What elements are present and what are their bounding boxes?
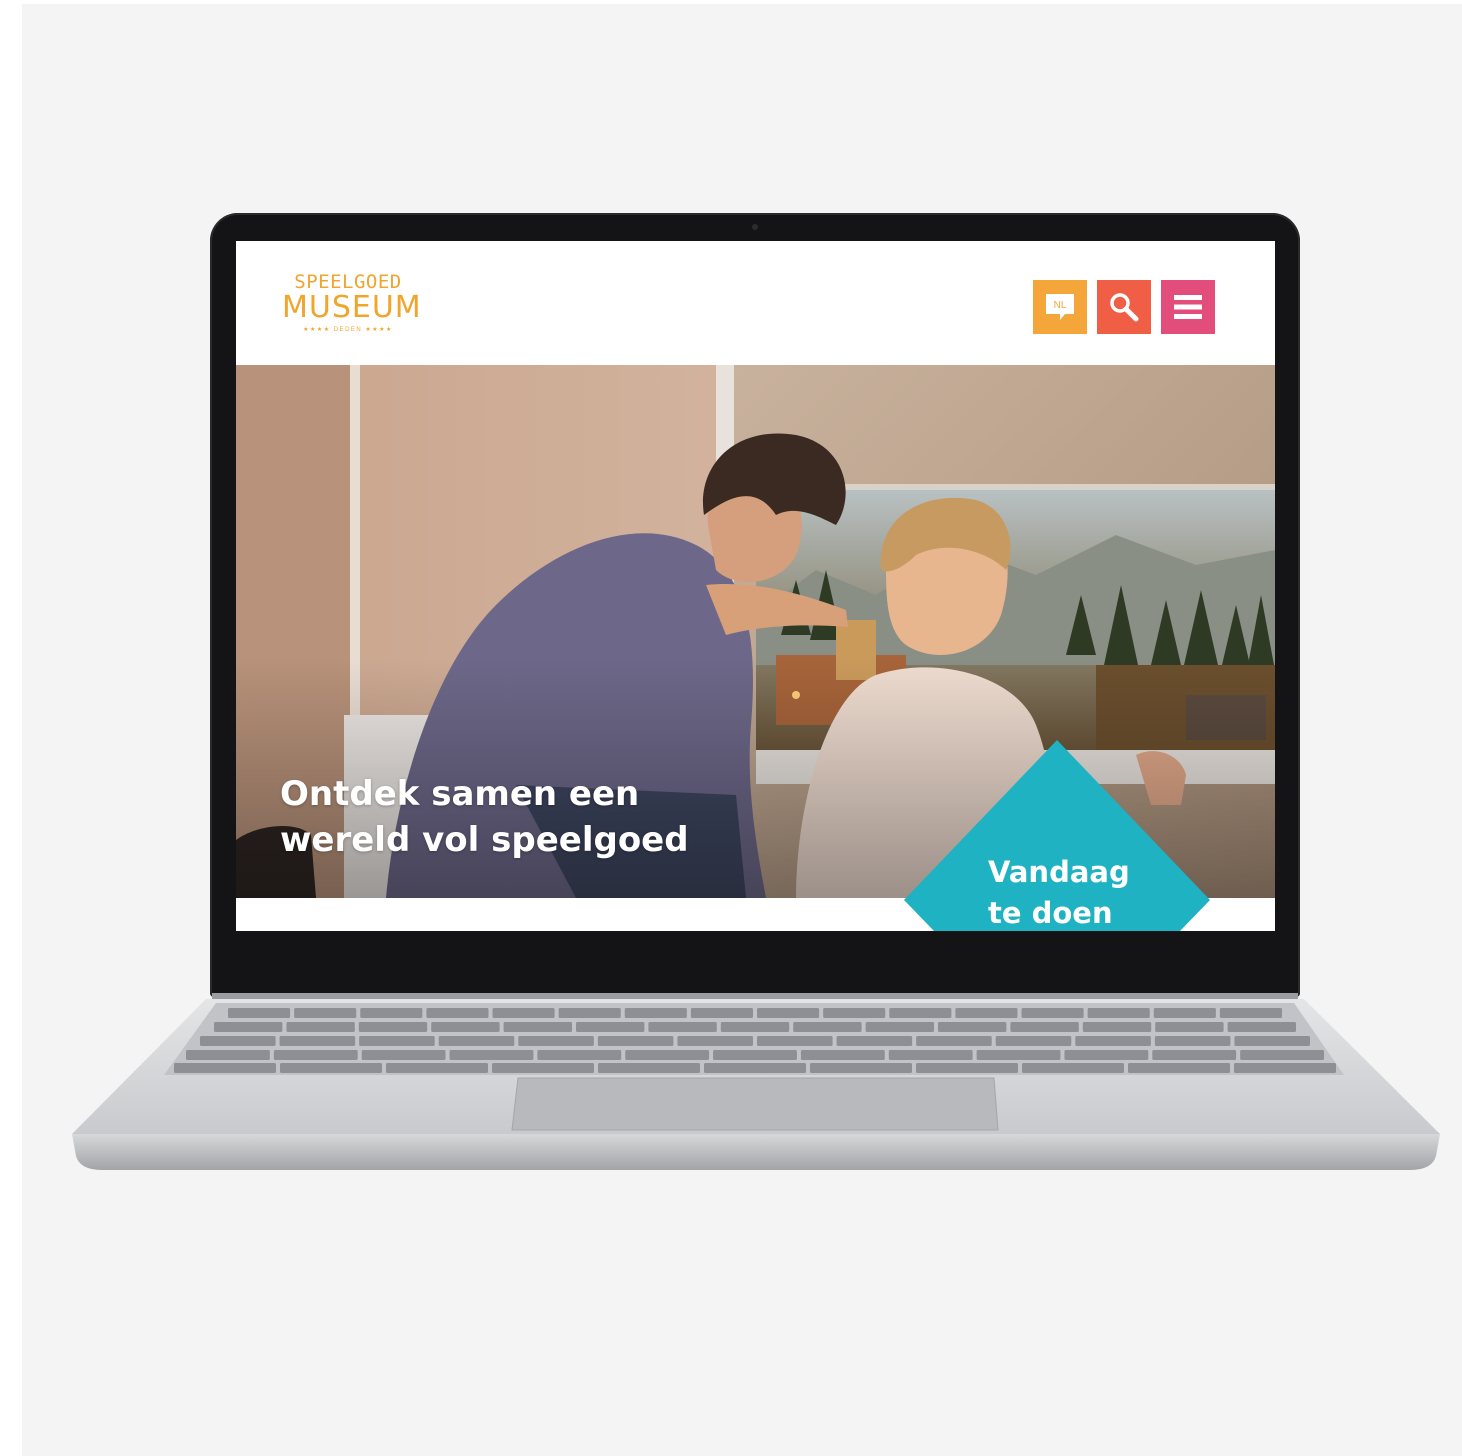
search-icon: [1110, 293, 1139, 322]
hero-tagline-line2: wereld vol speelgoed: [280, 820, 689, 860]
speech-bubble-icon: NL: [1046, 294, 1074, 320]
logo-line3: ★★★★ DEDEN ★★★★: [303, 327, 393, 333]
cta-line1: Vandaag: [988, 855, 1130, 889]
search-button[interactable]: [1097, 280, 1151, 334]
hamburger-menu-icon: [1174, 295, 1202, 319]
cta-line2: te doen: [988, 896, 1113, 930]
hero-tagline: Ontdek samen een wereld vol speelgoed: [280, 771, 760, 863]
museum-logo[interactable]: SPEELGOED MUSEUM ★★★★ DEDEN ★★★★: [282, 271, 422, 337]
hero-tagline-line1: Ontdek samen een: [280, 774, 640, 814]
website-viewport: SPEELGOED MUSEUM ★★★★ DEDEN ★★★★ NL Ontd…: [236, 241, 1275, 931]
language-button[interactable]: NL: [1033, 280, 1087, 334]
menu-button[interactable]: [1161, 280, 1215, 334]
webcam: [752, 224, 758, 230]
language-label: NL: [1054, 300, 1067, 311]
vandaag-te-doen-label[interactable]: Vandaag te doen: [988, 852, 1168, 931]
logo-line2: MUSEUM: [282, 290, 422, 325]
site-header: SPEELGOED MUSEUM ★★★★ DEDEN ★★★★ NL: [236, 241, 1275, 365]
